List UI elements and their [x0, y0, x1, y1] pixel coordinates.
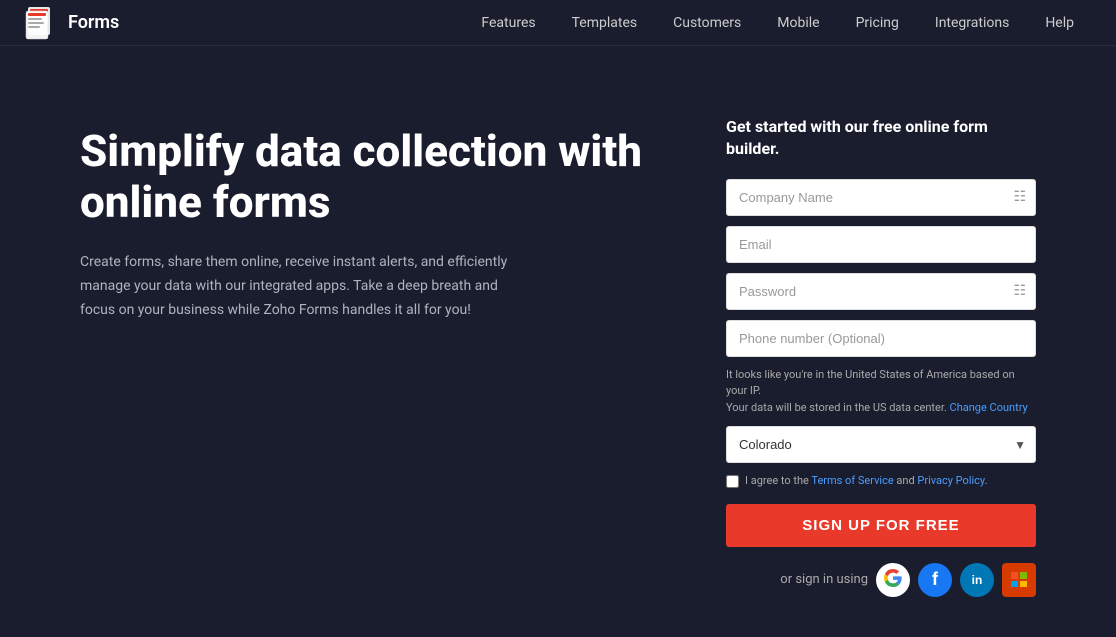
password-icon: ☷: [1013, 283, 1026, 299]
phone-wrapper: [726, 320, 1036, 357]
google-icon: [884, 569, 902, 590]
location-notice-line1: It looks like you're in the United State…: [726, 368, 1015, 398]
location-notice: It looks like you're in the United State…: [726, 367, 1036, 417]
password-input[interactable]: [726, 273, 1036, 310]
phone-input[interactable]: [726, 320, 1036, 357]
facebook-icon: f: [932, 569, 938, 590]
nav-mobile[interactable]: Mobile: [759, 0, 837, 46]
location-notice-line2: Your data will be stored in the US data …: [726, 401, 947, 414]
nav-features[interactable]: Features: [463, 0, 553, 46]
country-select[interactable]: Colorado Alabama California: [726, 426, 1036, 463]
main-content: Simplify data collection with online for…: [0, 46, 1116, 637]
company-name-input[interactable]: [726, 179, 1036, 216]
facebook-signin-button[interactable]: f: [918, 563, 952, 597]
nav-templates[interactable]: Templates: [554, 0, 656, 46]
password-wrapper: ☷: [726, 273, 1036, 310]
terms-text: I agree to the Terms of Service and Priv…: [745, 473, 987, 490]
signin-label: or sign in using: [780, 572, 868, 587]
company-name-wrapper: ☷: [726, 179, 1036, 216]
nav-links: Features Templates Customers Mobile Pric…: [463, 0, 1092, 46]
logo-text: Forms: [68, 12, 119, 33]
password-group: ☷: [726, 273, 1036, 310]
form-title: Get started with our free online form bu…: [726, 116, 1036, 161]
linkedin-icon: in: [972, 573, 983, 587]
nav-integrations[interactable]: Integrations: [917, 0, 1027, 46]
terms-checkbox[interactable]: [726, 475, 739, 488]
hero-description: Create forms, share them online, receive…: [80, 251, 520, 322]
company-name-group: ☷: [726, 179, 1036, 216]
google-signin-button[interactable]: [876, 563, 910, 597]
change-country-link[interactable]: Change Country: [950, 401, 1028, 414]
email-input[interactable]: [726, 226, 1036, 263]
nav-help[interactable]: Help: [1027, 0, 1092, 46]
nav-pricing[interactable]: Pricing: [838, 0, 917, 46]
logo-icon: [24, 5, 60, 41]
company-icon: ☷: [1013, 189, 1026, 205]
left-section: Simplify data collection with online for…: [80, 106, 666, 597]
terms-of-service-link[interactable]: Terms of Service: [811, 474, 893, 487]
linkedin-signin-button[interactable]: in: [960, 563, 994, 597]
country-select-wrapper: Colorado Alabama California ▼: [726, 426, 1036, 463]
signup-button[interactable]: SIGN UP FOR FREE: [726, 504, 1036, 547]
office-signin-button[interactable]: [1002, 563, 1036, 597]
office-icon: [1010, 569, 1028, 590]
hero-title: Simplify data collection with online for…: [80, 126, 666, 227]
privacy-policy-link[interactable]: Privacy Policy: [917, 474, 984, 487]
navbar: Forms Features Templates Customers Mobil…: [0, 0, 1116, 46]
logo-area: Forms: [24, 5, 119, 41]
email-group: [726, 226, 1036, 263]
email-wrapper: [726, 226, 1036, 263]
terms-row: I agree to the Terms of Service and Priv…: [726, 473, 1036, 490]
signup-form: Get started with our free online form bu…: [726, 106, 1036, 597]
nav-customers[interactable]: Customers: [655, 0, 759, 46]
signin-row: or sign in using f in: [726, 563, 1036, 597]
phone-group: [726, 320, 1036, 357]
